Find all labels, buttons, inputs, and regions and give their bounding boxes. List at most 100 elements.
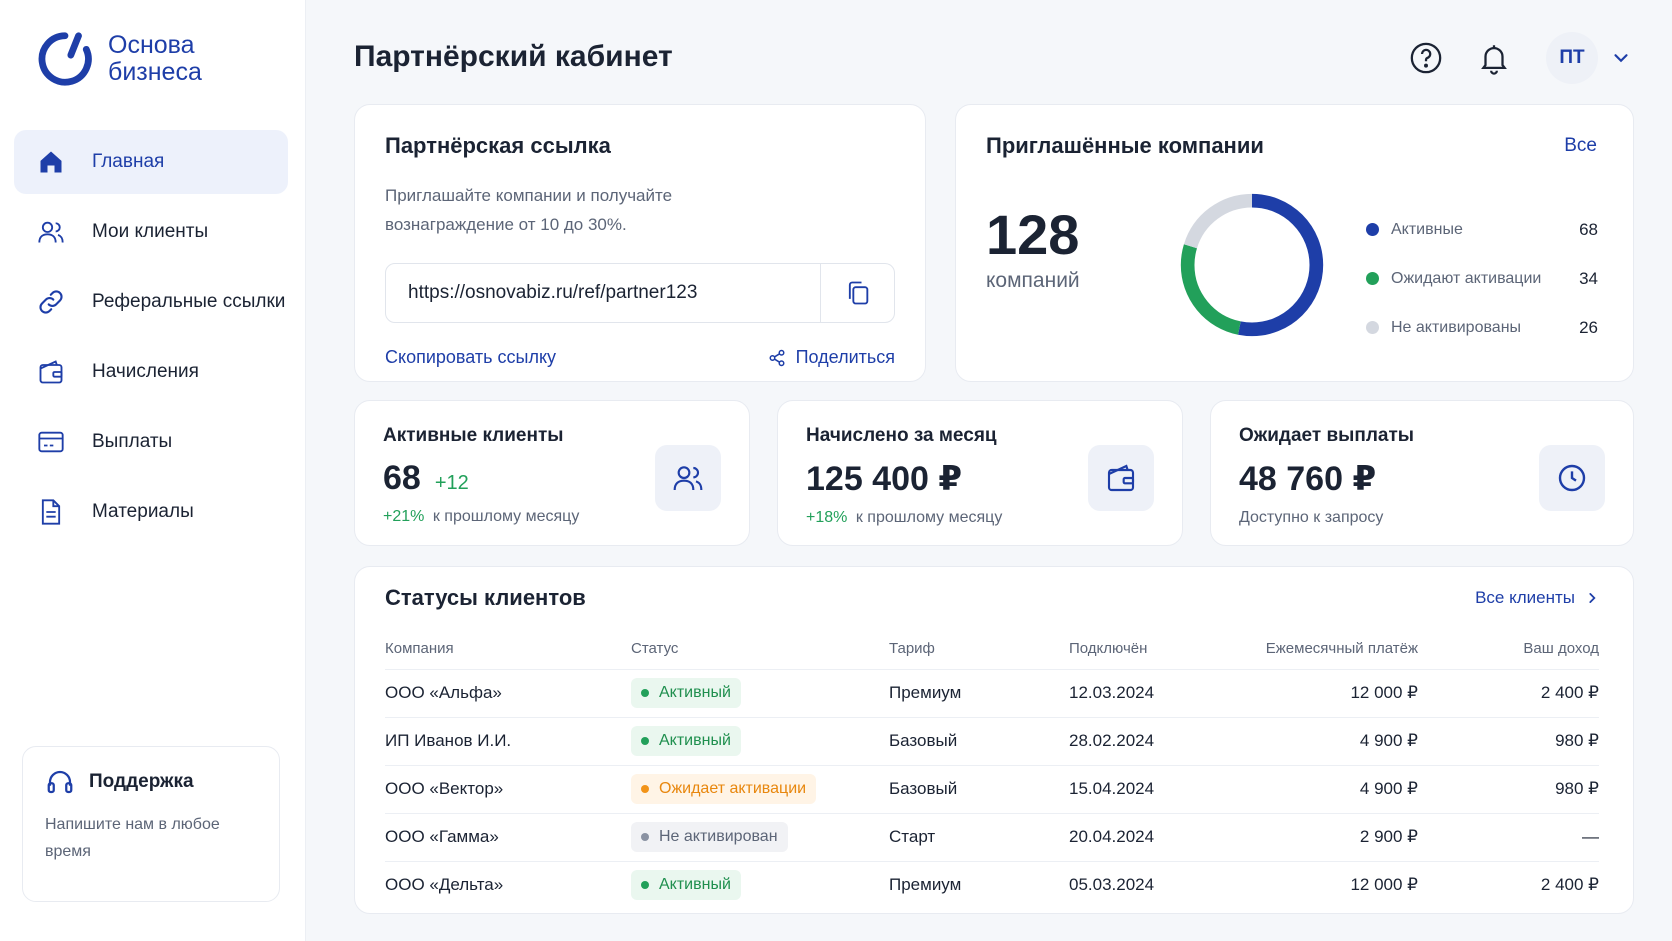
legend-label: Активные — [1391, 220, 1463, 238]
sidebar-item-payouts[interactable]: Выплаты — [14, 410, 288, 474]
stat-value-number: 48 760 ₽ — [1239, 460, 1377, 498]
all-clients-link[interactable]: Все клиенты — [1475, 588, 1599, 608]
legend-value: 68 — [1579, 219, 1598, 239]
stat-delta: +12 — [434, 472, 469, 494]
sidebar-item-clients[interactable]: Мои клиенты — [14, 200, 288, 264]
table-row[interactable]: ООО «Гамма» Не активирован Старт 20.04.2… — [385, 813, 1599, 862]
stat-label: Начислено за месяц — [806, 425, 997, 446]
cell-income: — — [1418, 813, 1599, 862]
invited-all-link[interactable]: Все — [1564, 135, 1597, 157]
table-row[interactable]: ООО «Дельта» Активный Премиум 05.03.2024… — [385, 861, 1599, 909]
logo-text: Основа бизнеса — [108, 32, 202, 86]
cell-date: 12.03.2024 — [1069, 669, 1219, 718]
cell-company: ООО «Гамма» — [385, 813, 631, 862]
cell-status: Активный — [631, 669, 889, 718]
status-text: Активный — [659, 684, 731, 701]
help-button[interactable] — [1404, 36, 1448, 80]
stat-card-active-clients: Активные клиенты 68 +12 +21% к прошлому … — [354, 400, 750, 546]
users-icon — [36, 217, 66, 247]
sidebar-item-label: Начисления — [92, 361, 199, 382]
copy-link-button[interactable]: Скопировать ссылку — [385, 347, 556, 368]
copy-icon — [848, 281, 868, 305]
cell-status: Активный — [631, 861, 889, 909]
support-card[interactable]: Поддержка Напишите нам в любое время — [22, 746, 280, 902]
invited-legend: Активные 68 Ожидают активации 34 Не акти… — [1366, 205, 1598, 352]
column-header: Ежемесячный платёж — [1219, 629, 1418, 670]
avatar[interactable]: ПТ — [1546, 32, 1598, 84]
sidebar-item-materials[interactable]: Материалы — [14, 480, 288, 544]
bell-icon — [1481, 45, 1507, 75]
legend-dot — [1366, 321, 1379, 334]
status-badge: Активный — [631, 726, 741, 756]
sidebar-item-accruals[interactable]: Начисления — [14, 340, 288, 404]
status-text: Активный — [659, 732, 731, 749]
invited-total: 128 компаний — [986, 205, 1080, 293]
referral-url-field[interactable]: https://osnovabiz.ru/ref/partner123 — [385, 263, 895, 323]
logo-icon — [38, 32, 92, 86]
stat-sub-text: к прошлому месяцу — [432, 508, 580, 525]
status-dot — [641, 689, 649, 697]
status-badge: Активный — [631, 678, 741, 708]
stat-value-number: 68 — [383, 459, 421, 497]
users-icon — [673, 466, 703, 491]
cell-tariff: Премиум — [889, 669, 1069, 718]
stat-sub-text: к прошлому месяцу — [855, 509, 1003, 526]
legend-item-active: Активные 68 — [1366, 205, 1598, 254]
cell-tariff: Премиум — [889, 875, 962, 895]
column-header: Подключён — [1069, 629, 1219, 670]
clock-icon — [1558, 464, 1586, 492]
legend-item-pending: Ожидают активации 34 — [1366, 254, 1598, 303]
status-dot — [641, 881, 649, 890]
stat-sub-text: Доступно к запросу — [1239, 509, 1384, 526]
cell-date: 15.04.2024 — [1069, 765, 1219, 814]
legend-label: Не активированы — [1391, 318, 1522, 336]
support-header: Поддержка — [45, 767, 257, 797]
stat-change: +21% — [383, 508, 425, 525]
sidebar-item-referral-links[interactable]: Реферальные ссылки — [14, 270, 288, 334]
legend-item-inactive: Не активированы 26 — [1366, 303, 1598, 352]
referral-url[interactable]: https://osnovabiz.ru/ref/partner123 — [386, 264, 820, 322]
page-title: Партнёрский кабинет — [354, 40, 673, 73]
cell-company: ООО «Альфа» — [385, 669, 631, 718]
chevron-right-icon — [1589, 593, 1596, 603]
all-clients-label: Все клиенты — [1475, 588, 1575, 607]
cell-payment: 12 000 ₽ — [1219, 669, 1418, 718]
invited-total-unit: компаний — [986, 269, 1080, 292]
cell-company: ООО «Дельта» — [385, 875, 504, 895]
logo[interactable]: Основа бизнеса — [36, 28, 202, 90]
headset-icon — [47, 770, 73, 794]
table-row[interactable]: ООО «Вектор» Ожидает активации Базовый 1… — [385, 765, 1599, 814]
sidebar-item-label: Мои клиенты — [92, 221, 209, 242]
column-header: Ваш доход — [1418, 629, 1599, 670]
notifications-button[interactable] — [1472, 36, 1516, 80]
status-dot — [641, 737, 649, 745]
cell-tariff: Старт — [889, 813, 1069, 862]
table-row[interactable]: ООО «Альфа» Активный Премиум 12.03.2024 … — [385, 669, 1599, 718]
cell-payment: 2 900 ₽ — [1219, 813, 1418, 862]
status-text: Не активирован — [659, 828, 778, 845]
cell-payment: 4 900 ₽ — [1219, 717, 1418, 766]
cell-status: Не активирован — [631, 813, 889, 862]
cell-payment: 12 000 ₽ — [1350, 875, 1418, 895]
cell-income: 2 400 ₽ — [1540, 875, 1599, 895]
table-row[interactable]: ИП Иванов И.И. Активный Базовый 28.02.20… — [385, 717, 1599, 766]
client-statuses-header: Статусы клиентов Все клиенты — [385, 567, 1599, 629]
home-icon — [36, 147, 66, 177]
legend-value: 34 — [1579, 268, 1598, 288]
stat-value-number: 125 400 ₽ — [806, 460, 963, 498]
table-header-row: Компания Статус Тариф Подключён Ежемесяч… — [385, 629, 1599, 670]
referral-description: Приглашайте компании и получайте вознагр… — [385, 186, 673, 234]
column-header: Компания — [385, 629, 631, 670]
stat-icon-box — [1539, 445, 1605, 511]
cell-income: 2 400 ₽ — [1418, 669, 1599, 718]
chevron-down-icon[interactable] — [1610, 47, 1632, 69]
sidebar-item-home[interactable]: Главная — [14, 130, 288, 194]
sidebar: Основа бизнеса Главная Мои клиенты Рефер… — [0, 0, 306, 941]
cell-tariff: Базовый — [889, 717, 1069, 766]
status-dot — [641, 785, 649, 793]
status-text: Ожидает активации — [659, 780, 807, 797]
invited-header: Приглашённые компании Все — [986, 133, 1597, 159]
stat-change: +18% — [806, 509, 848, 526]
copy-url-button[interactable] — [820, 264, 894, 322]
share-button[interactable]: Поделиться — [768, 347, 895, 368]
